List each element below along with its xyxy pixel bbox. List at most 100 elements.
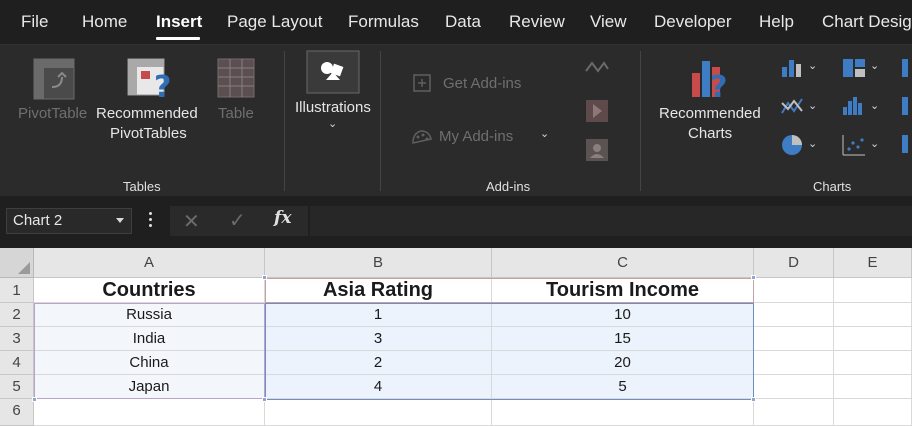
recommended-pivot-line2[interactable]: PivotTables bbox=[110, 124, 187, 144]
chevron-down-icon[interactable]: ⌄ bbox=[870, 59, 879, 72]
cell-a5[interactable]: Japan bbox=[34, 375, 265, 399]
cell-c6[interactable] bbox=[492, 399, 754, 426]
pivot-table-button[interactable]: PivotTable bbox=[18, 104, 87, 124]
cell-c1[interactable]: Tourism Income bbox=[492, 278, 754, 303]
row-header-2[interactable]: 2 bbox=[0, 303, 34, 327]
recommended-charts-line2[interactable]: Charts bbox=[688, 124, 732, 144]
my-addins-button[interactable]: My Add-ins bbox=[439, 127, 513, 147]
menu-chart-design[interactable]: Chart Desig bbox=[822, 12, 912, 32]
cell-a3[interactable]: India bbox=[34, 327, 265, 351]
formula-input[interactable] bbox=[310, 206, 912, 236]
menu-data[interactable]: Data bbox=[445, 12, 481, 32]
recommended-pivot-line1[interactable]: Recommended bbox=[96, 104, 198, 124]
cell-e5[interactable] bbox=[834, 375, 912, 399]
cell-d2[interactable] bbox=[754, 303, 834, 327]
recommended-charts-icon[interactable]: ? bbox=[688, 55, 736, 106]
cell-a2[interactable]: Russia bbox=[34, 303, 265, 327]
cell-b3[interactable]: 3 bbox=[265, 327, 492, 351]
range-handle[interactable] bbox=[751, 275, 756, 280]
statistic-chart-icon[interactable] bbox=[841, 95, 867, 122]
illustrations-icon[interactable] bbox=[306, 50, 360, 99]
column-header-c[interactable]: C bbox=[492, 248, 754, 278]
row-header-3[interactable]: 3 bbox=[0, 327, 34, 351]
range-handle[interactable] bbox=[751, 397, 756, 402]
cell-e3[interactable] bbox=[834, 327, 912, 351]
map-chart-icon[interactable] bbox=[900, 95, 912, 122]
visio-icon[interactable] bbox=[584, 57, 610, 86]
select-all-button[interactable] bbox=[0, 248, 34, 278]
chevron-down-icon[interactable]: ⌄ bbox=[808, 99, 817, 112]
cell-b6[interactable] bbox=[265, 399, 492, 426]
chevron-down-icon[interactable]: ⌄ bbox=[540, 127, 549, 140]
cell-e1[interactable] bbox=[834, 278, 912, 303]
cell-b2[interactable]: 1 bbox=[265, 303, 492, 327]
menu-view[interactable]: View bbox=[590, 12, 627, 32]
pie-chart-icon[interactable] bbox=[780, 133, 806, 162]
menu-help[interactable]: Help bbox=[759, 12, 794, 32]
cell-d4[interactable] bbox=[754, 351, 834, 375]
cell-d3[interactable] bbox=[754, 327, 834, 351]
cell-a6[interactable] bbox=[34, 399, 265, 426]
cell-e2[interactable] bbox=[834, 303, 912, 327]
people-graph-icon[interactable] bbox=[585, 138, 609, 167]
cell-c4[interactable]: 20 bbox=[492, 351, 754, 375]
menu-review[interactable]: Review bbox=[509, 12, 565, 32]
chevron-down-icon[interactable]: ⌄ bbox=[870, 99, 879, 112]
range-handle[interactable] bbox=[32, 397, 37, 402]
row-header-4[interactable]: 4 bbox=[0, 351, 34, 375]
range-handle[interactable] bbox=[262, 397, 267, 402]
cell-b1[interactable]: Asia Rating bbox=[265, 278, 492, 303]
scatter-chart-icon[interactable] bbox=[841, 133, 867, 162]
cell-e6[interactable] bbox=[834, 399, 912, 426]
menu-developer[interactable]: Developer bbox=[654, 12, 732, 32]
cell-b4[interactable]: 2 bbox=[265, 351, 492, 375]
recommended-charts-line1[interactable]: Recommended bbox=[659, 104, 761, 124]
cancel-icon[interactable]: ✕ bbox=[183, 209, 200, 234]
menu-page-layout[interactable]: Page Layout bbox=[227, 12, 322, 32]
column-header-b[interactable]: B bbox=[265, 248, 492, 278]
cell-d5[interactable] bbox=[754, 375, 834, 399]
hierarchy-chart-icon[interactable] bbox=[841, 57, 867, 84]
chevron-down-icon[interactable]: ⌄ bbox=[808, 59, 817, 72]
bing-icon[interactable] bbox=[585, 99, 609, 128]
menu-formulas[interactable]: Formulas bbox=[348, 12, 419, 32]
line-chart-icon[interactable] bbox=[780, 95, 806, 122]
cell-e4[interactable] bbox=[834, 351, 912, 375]
range-handle[interactable] bbox=[262, 275, 267, 280]
cell-d6[interactable] bbox=[754, 399, 834, 426]
illustrations-button[interactable]: Illustrations bbox=[295, 98, 371, 118]
caret-down-icon[interactable] bbox=[116, 218, 124, 223]
cell-c5[interactable]: 5 bbox=[492, 375, 754, 399]
column-header-e[interactable]: E bbox=[834, 248, 912, 278]
column-chart-icon[interactable] bbox=[780, 57, 806, 84]
menu-home[interactable]: Home bbox=[82, 12, 127, 32]
row-header-6[interactable]: 6 bbox=[0, 399, 34, 426]
column-header-a[interactable]: A bbox=[34, 248, 265, 278]
cell-c2[interactable]: 10 bbox=[492, 303, 754, 327]
chevron-down-icon[interactable]: ⌄ bbox=[808, 137, 817, 150]
my-addins-icon[interactable] bbox=[410, 125, 434, 152]
menu-insert[interactable]: Insert bbox=[156, 12, 202, 32]
pivot-table-icon[interactable] bbox=[32, 57, 76, 106]
column-header-d[interactable]: D bbox=[754, 248, 834, 278]
name-box[interactable]: Chart 2 bbox=[6, 208, 132, 234]
cell-a4[interactable]: China bbox=[34, 351, 265, 375]
chevron-down-icon[interactable]: ⌄ bbox=[328, 117, 337, 130]
cell-d1[interactable] bbox=[754, 278, 834, 303]
cell-b5[interactable]: 4 bbox=[265, 375, 492, 399]
chevron-down-icon[interactable]: ⌄ bbox=[870, 137, 879, 150]
fx-icon[interactable]: fx bbox=[274, 208, 291, 228]
waterfall-chart-icon[interactable] bbox=[900, 133, 912, 160]
get-addins-icon[interactable] bbox=[412, 71, 434, 98]
menu-file[interactable]: File bbox=[21, 12, 48, 32]
recommended-pivot-icon[interactable]: ? bbox=[124, 55, 174, 106]
table-button[interactable]: Table bbox=[218, 104, 254, 124]
row-header-5[interactable]: 5 bbox=[0, 375, 34, 399]
table-icon[interactable] bbox=[216, 57, 256, 104]
row-header-1[interactable]: 1 bbox=[0, 278, 34, 303]
enter-icon[interactable]: ✓ bbox=[229, 208, 246, 233]
get-addins-button[interactable]: Get Add-ins bbox=[443, 74, 521, 94]
pivot-chart-icon[interactable] bbox=[900, 57, 912, 84]
cell-a1[interactable]: Countries bbox=[34, 278, 265, 303]
cell-c3[interactable]: 15 bbox=[492, 327, 754, 351]
